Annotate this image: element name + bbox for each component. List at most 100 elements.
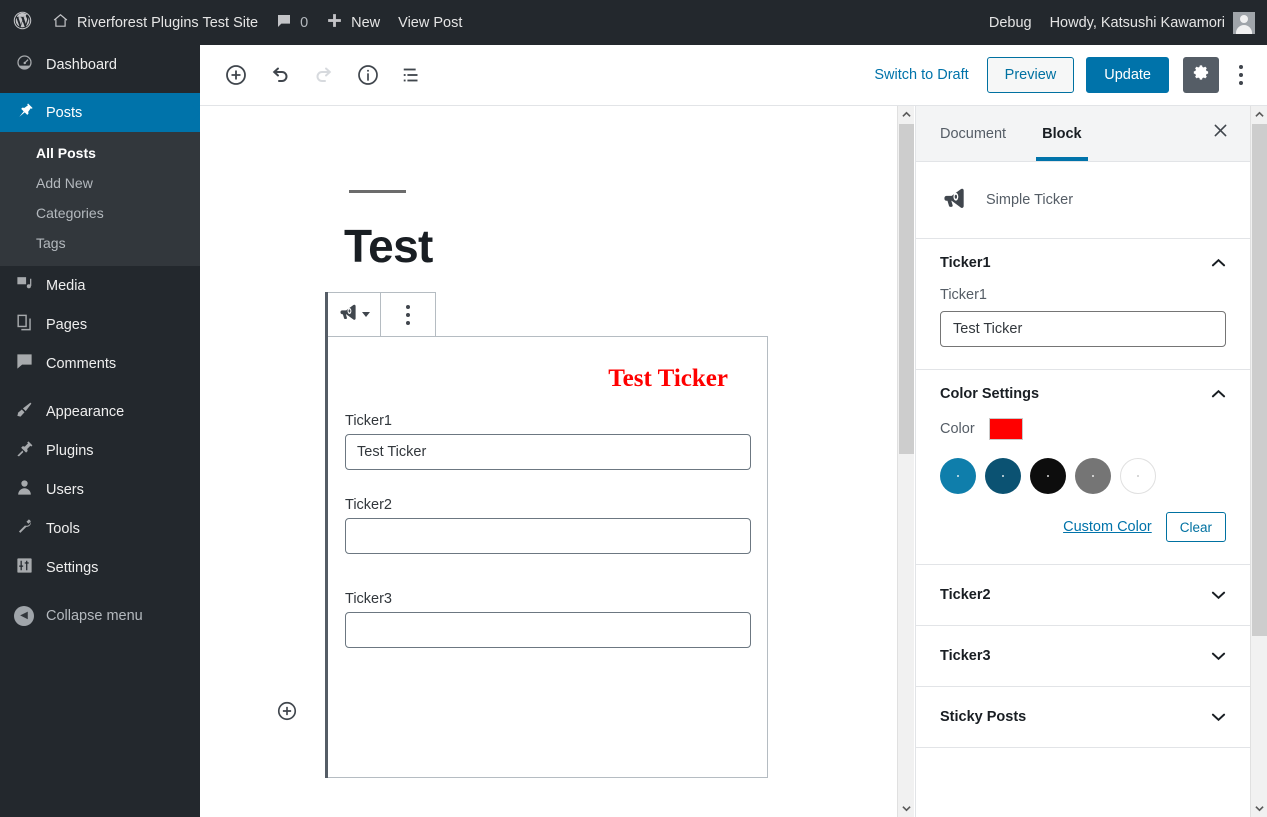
home-icon — [52, 12, 69, 33]
color-swatch-list — [940, 458, 1226, 494]
sidebar-divider — [0, 383, 200, 392]
howdy-label: Howdy, Katsushi Kawamori — [1049, 14, 1225, 31]
comments-button[interactable]: 0 — [267, 0, 317, 45]
swatch-center-dot — [1092, 475, 1094, 477]
update-button[interactable]: Update — [1086, 57, 1169, 93]
panel-ticker3-header[interactable]: Ticker3 — [916, 626, 1250, 686]
inspector-scrollbar[interactable] — [1250, 106, 1267, 817]
tab-document[interactable]: Document — [916, 106, 1024, 161]
info-icon[interactable] — [350, 57, 386, 93]
block-type-switcher-button[interactable] — [326, 293, 380, 336]
clear-color-button[interactable]: Clear — [1165, 512, 1226, 542]
ticker2-input[interactable] — [345, 518, 751, 554]
swatch-white[interactable] — [1120, 458, 1156, 494]
arrow-left-circle-icon: ◀ — [14, 605, 34, 626]
debug-button[interactable]: Debug — [980, 0, 1041, 45]
ticker1-field-label: Ticker1 — [940, 287, 987, 303]
submenu-label: Tags — [36, 235, 66, 251]
admin-sidebar: Dashboard Posts All Posts Add New Catego… — [0, 45, 200, 817]
sidebar-divider — [0, 84, 200, 93]
panel-ticker3: Ticker3 — [916, 626, 1250, 687]
debug-label: Debug — [988, 14, 1032, 31]
panel-title: Ticker1 — [940, 255, 991, 271]
ticker3-input[interactable] — [345, 612, 751, 648]
block-card-title: Simple Ticker — [986, 192, 1074, 208]
sidebar-item-dashboard[interactable]: Dashboard — [0, 45, 200, 84]
kebab-menu-icon — [1239, 63, 1243, 87]
panel-ticker2: Ticker2 — [916, 565, 1250, 626]
sidebar-item-label: Users — [46, 481, 84, 498]
sidebar-item-media[interactable]: Media — [0, 266, 200, 305]
scroll-down-arrow-icon[interactable] — [898, 800, 915, 817]
more-options-button[interactable] — [1225, 57, 1257, 93]
avatar — [1233, 11, 1255, 34]
wrench-icon — [14, 517, 34, 540]
canvas-scroll-thumb[interactable] — [899, 124, 914, 454]
sidebar-item-tools[interactable]: Tools — [0, 509, 200, 548]
sidebar-item-label: Comments — [46, 355, 117, 372]
site-name-button[interactable]: Riverforest Plugins Test Site — [43, 0, 267, 45]
panel-ticker1-body: Ticker1 Test Ticker — [916, 287, 1250, 369]
sidebar-item-add-new[interactable]: Add New — [0, 168, 200, 198]
swatch-blue-light[interactable] — [940, 458, 976, 494]
sidebar-item-settings[interactable]: Settings — [0, 548, 200, 587]
view-post-button[interactable]: View Post — [389, 0, 471, 45]
block-selection-accent — [325, 336, 328, 778]
sidebar-item-comments[interactable]: Comments — [0, 344, 200, 383]
sidebar-item-pages[interactable]: Pages — [0, 305, 200, 344]
panel-sticky-posts-header[interactable]: Sticky Posts — [916, 687, 1250, 747]
sidebar-item-label: Tools — [46, 520, 80, 537]
settings-toggle-button[interactable] — [1183, 57, 1219, 93]
sidebar-item-label: Dashboard — [46, 56, 117, 73]
sidebar-item-posts[interactable]: Posts — [0, 93, 200, 132]
ticker1-input[interactable]: Test Ticker — [345, 434, 751, 470]
swatch-black[interactable] — [1030, 458, 1066, 494]
color-label: Color — [940, 421, 975, 437]
scroll-up-arrow-icon[interactable] — [1251, 106, 1267, 123]
sidebar-item-tags[interactable]: Tags — [0, 228, 200, 258]
panel-color-settings-header[interactable]: Color Settings — [916, 370, 1250, 418]
collapse-menu-button[interactable]: ◀ Collapse menu — [0, 596, 200, 635]
sidebar-item-categories[interactable]: Categories — [0, 198, 200, 228]
user-icon — [14, 478, 34, 501]
my-account-button[interactable]: Howdy, Katsushi Kawamori — [1041, 0, 1267, 45]
current-color-swatch[interactable] — [988, 418, 1023, 440]
swatch-gray[interactable] — [1075, 458, 1111, 494]
sidebar-item-all-posts[interactable]: All Posts — [0, 138, 200, 168]
panel-ticker2-header[interactable]: Ticker2 — [916, 565, 1250, 625]
swatch-blue-dark[interactable] — [985, 458, 1021, 494]
swatch-center-dot — [957, 475, 959, 477]
new-content-button[interactable]: New — [317, 0, 389, 45]
add-block-icon[interactable] — [218, 57, 254, 93]
scroll-up-arrow-icon[interactable] — [898, 106, 915, 123]
block-navigation-icon[interactable] — [394, 57, 430, 93]
scroll-down-arrow-icon[interactable] — [1251, 800, 1267, 817]
add-block-button-bottom[interactable] — [272, 698, 302, 728]
title-prefix-rule — [349, 190, 406, 193]
tab-block[interactable]: Block — [1024, 106, 1100, 161]
custom-color-link[interactable]: Custom Color — [1063, 519, 1152, 535]
block-toolbar — [325, 292, 436, 337]
close-inspector-button[interactable] — [1200, 106, 1240, 161]
ticker1-field-input[interactable]: Test Ticker — [940, 311, 1226, 347]
switch-to-draft-button[interactable]: Switch to Draft — [874, 67, 968, 83]
sidebar-item-users[interactable]: Users — [0, 470, 200, 509]
simple-ticker-block[interactable]: Test Ticker Ticker1 Test Ticker Ticker2 … — [325, 336, 768, 778]
sidebar-item-plugins[interactable]: Plugins — [0, 431, 200, 470]
canvas-scrollbar[interactable] — [897, 106, 914, 817]
redo-icon[interactable] — [306, 57, 342, 93]
undo-icon[interactable] — [262, 57, 298, 93]
block-selection-accent — [325, 292, 328, 337]
dashboard-icon — [14, 53, 34, 76]
megaphone-icon — [337, 301, 359, 328]
chevron-up-icon — [1211, 389, 1226, 399]
sidebar-item-appearance[interactable]: Appearance — [0, 392, 200, 431]
megaphone-icon — [940, 184, 968, 216]
preview-button[interactable]: Preview — [986, 57, 1075, 93]
ticker3-label: Ticker3 — [345, 591, 392, 607]
panel-ticker1-header[interactable]: Ticker1 — [916, 239, 1250, 287]
wordpress-logo-button[interactable] — [0, 0, 43, 45]
block-more-options-button[interactable] — [381, 293, 435, 336]
page-title[interactable]: Test — [344, 219, 433, 273]
inspector-scroll-thumb[interactable] — [1252, 124, 1267, 636]
